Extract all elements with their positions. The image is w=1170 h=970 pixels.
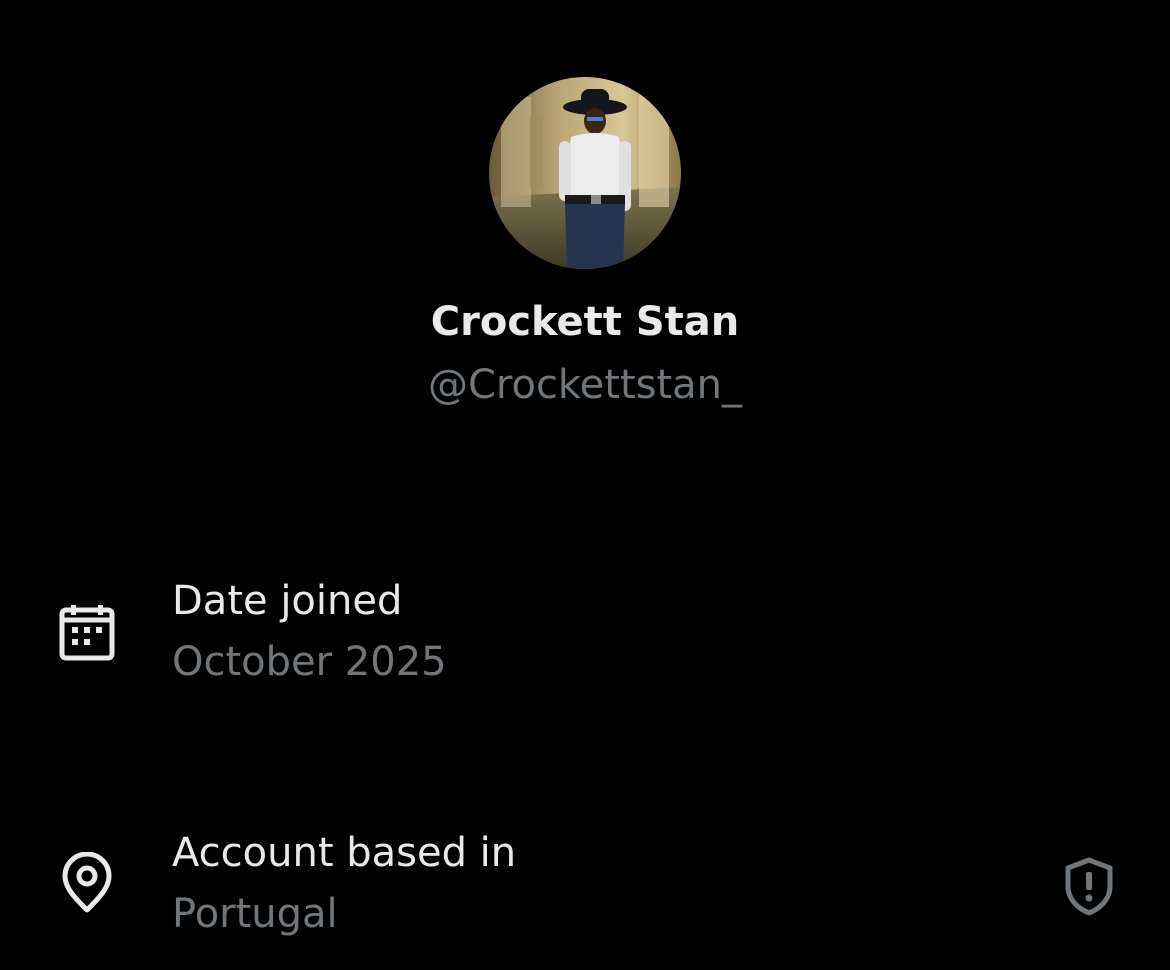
avatar[interactable]: [489, 77, 681, 269]
account-based-in-label: Account based in: [172, 830, 517, 876]
account-location-row: Account based in Portugal: [0, 822, 1170, 952]
username-handle: @Crockettstan_: [427, 362, 743, 408]
account-based-in-value: Portugal: [172, 891, 338, 937]
calendar-icon: [59, 605, 115, 661]
date-joined-value: October 2025: [172, 639, 447, 685]
shield-alert-icon[interactable]: [1062, 856, 1116, 916]
profile-header: Crockett Stan @Crockettstan_: [0, 0, 1170, 430]
date-joined-row: Date joined October 2025: [0, 570, 1170, 700]
location-pin-icon: [62, 852, 112, 913]
avatar-photo: [489, 77, 681, 269]
date-joined-label: Date joined: [172, 578, 403, 624]
display-name: Crockett Stan: [430, 299, 740, 345]
